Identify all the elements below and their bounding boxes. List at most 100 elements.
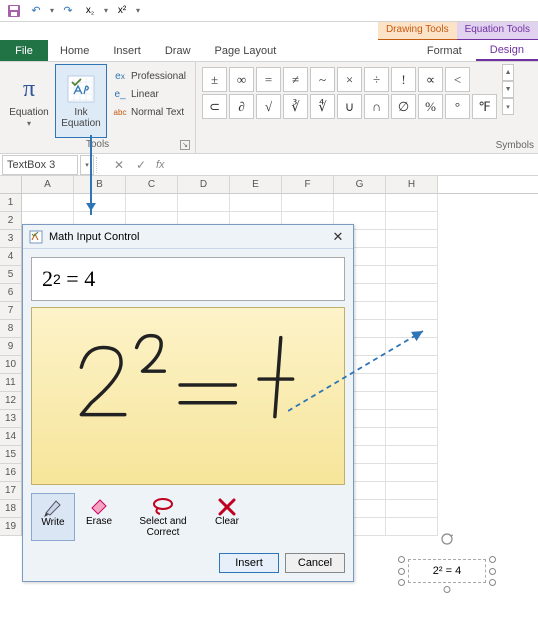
tab-draw[interactable]: Draw	[153, 40, 203, 61]
tab-home[interactable]: Home	[48, 40, 101, 61]
tab-file[interactable]: File	[0, 40, 48, 61]
row-header[interactable]: 11	[0, 374, 22, 392]
row-header[interactable]: 16	[0, 464, 22, 482]
fx-icon[interactable]: fx	[156, 159, 165, 171]
launcher-icon[interactable]: ↘	[180, 140, 190, 150]
cell[interactable]	[230, 194, 282, 212]
symbol-button[interactable]: ≠	[283, 67, 308, 92]
gallery-more-icon[interactable]: ▾	[502, 98, 514, 115]
rotate-handle[interactable]	[440, 532, 454, 546]
chevron-down-icon[interactable]: ▾	[136, 6, 140, 15]
enter-formula-icon[interactable]: ✓	[130, 155, 152, 175]
row-header[interactable]: 15	[0, 446, 22, 464]
row-header[interactable]: 19	[0, 518, 22, 536]
cell[interactable]	[386, 482, 438, 500]
resize-handle[interactable]	[489, 579, 496, 586]
superscript-icon[interactable]: x²	[114, 3, 130, 19]
subscript-icon[interactable]: x₂	[82, 3, 98, 19]
symbol-button[interactable]: %	[418, 94, 443, 119]
symbol-button[interactable]: ∝	[418, 67, 443, 92]
cell[interactable]	[386, 230, 438, 248]
symbol-button[interactable]: ∩	[364, 94, 389, 119]
cell[interactable]	[22, 194, 74, 212]
symbol-button[interactable]: ~	[310, 67, 335, 92]
gallery-up-icon[interactable]: ▲	[502, 64, 514, 81]
symbol-button[interactable]: ∪	[337, 94, 362, 119]
resize-handle[interactable]	[444, 586, 451, 593]
select-correct-tool-button[interactable]: Select and Correct	[123, 493, 203, 541]
row-header[interactable]: 2	[0, 212, 22, 230]
resize-handle[interactable]	[398, 556, 405, 563]
resize-handle[interactable]	[398, 568, 405, 575]
symbol-button[interactable]: ⊂	[202, 94, 227, 119]
row-header[interactable]: 5	[0, 266, 22, 284]
cancel-button[interactable]: Cancel	[285, 553, 345, 573]
resize-handle[interactable]	[489, 556, 496, 563]
symbol-button[interactable]: ℉	[472, 94, 497, 119]
tab-design[interactable]: Design	[476, 40, 538, 61]
cell[interactable]	[386, 302, 438, 320]
insert-button[interactable]: Insert	[219, 553, 279, 573]
row-header[interactable]: 1	[0, 194, 22, 212]
erase-tool-button[interactable]: Erase	[77, 493, 121, 541]
symbol-button[interactable]: °	[445, 94, 470, 119]
cell[interactable]	[282, 194, 334, 212]
row-header[interactable]: 14	[0, 428, 22, 446]
symbol-button[interactable]: √	[256, 94, 281, 119]
undo-icon[interactable]: ↶	[28, 3, 44, 19]
cell[interactable]	[386, 266, 438, 284]
symbol-button[interactable]: <	[445, 67, 470, 92]
write-tool-button[interactable]: Write	[31, 493, 75, 541]
resize-handle[interactable]	[398, 579, 405, 586]
cell[interactable]	[178, 194, 230, 212]
cell[interactable]	[386, 500, 438, 518]
normal-text-button[interactable]: abcNormal Text	[109, 104, 190, 120]
col-header[interactable]: C	[126, 176, 178, 193]
equation-button[interactable]: π Equation▾	[3, 64, 55, 138]
row-header[interactable]: 18	[0, 500, 22, 518]
row-header[interactable]: 12	[0, 392, 22, 410]
row-header[interactable]: 8	[0, 320, 22, 338]
col-header[interactable]: E	[230, 176, 282, 193]
cell[interactable]	[74, 194, 126, 212]
clear-tool-button[interactable]: Clear	[205, 493, 249, 541]
col-header[interactable]: F	[282, 176, 334, 193]
symbol-button[interactable]: ∛	[283, 94, 308, 119]
row-header[interactable]: 9	[0, 338, 22, 356]
professional-button[interactable]: exProfessional	[109, 68, 190, 84]
chevron-down-icon[interactable]: ▾	[50, 6, 54, 15]
cell[interactable]	[334, 194, 386, 212]
close-icon[interactable]: ✕	[329, 228, 347, 246]
symbol-button[interactable]: ×	[337, 67, 362, 92]
symbol-button[interactable]: ∅	[391, 94, 416, 119]
tab-format[interactable]: Format	[413, 40, 476, 61]
cell[interactable]	[386, 194, 438, 212]
tab-page-layout[interactable]: Page Layout	[203, 40, 289, 61]
row-header[interactable]: 13	[0, 410, 22, 428]
row-header[interactable]: 7	[0, 302, 22, 320]
symbol-button[interactable]: ±	[202, 67, 227, 92]
col-header[interactable]: G	[334, 176, 386, 193]
name-box[interactable]: TextBox 3	[2, 155, 78, 175]
ink-equation-button[interactable]: Ink Equation	[55, 64, 107, 138]
symbol-button[interactable]: ∂	[229, 94, 254, 119]
cell[interactable]	[386, 248, 438, 266]
row-header[interactable]: 10	[0, 356, 22, 374]
gallery-down-icon[interactable]: ▼	[502, 81, 514, 98]
symbol-button[interactable]: ∞	[229, 67, 254, 92]
symbol-button[interactable]: ∜	[310, 94, 335, 119]
cell[interactable]	[386, 518, 438, 536]
cell[interactable]	[386, 464, 438, 482]
symbol-button[interactable]: !	[391, 67, 416, 92]
cancel-formula-icon[interactable]: ✕	[108, 155, 130, 175]
row-header[interactable]: 6	[0, 284, 22, 302]
chevron-down-icon[interactable]: ▾	[104, 6, 108, 15]
cell[interactable]	[126, 194, 178, 212]
col-header[interactable]: D	[178, 176, 230, 193]
linear-button[interactable]: e_Linear	[109, 86, 190, 102]
col-header[interactable]: H	[386, 176, 438, 193]
row-header[interactable]: 3	[0, 230, 22, 248]
redo-icon[interactable]: ↷	[60, 3, 76, 19]
select-all-corner[interactable]	[0, 176, 22, 193]
equation-textbox[interactable]: 2² = 4	[408, 559, 486, 583]
